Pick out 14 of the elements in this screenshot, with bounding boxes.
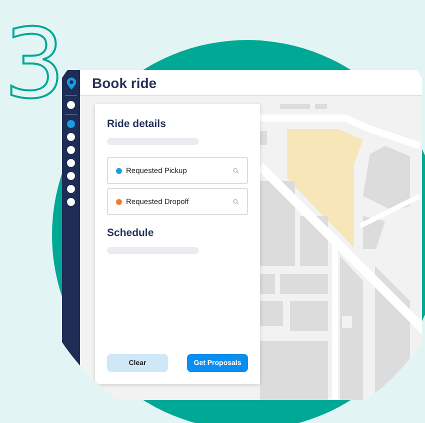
sidebar-item[interactable] [67, 133, 75, 141]
window-title: Book ride [92, 74, 157, 90]
sidebar-item[interactable] [67, 101, 75, 109]
sidebar-item[interactable] [67, 185, 75, 193]
location-pin-icon [66, 77, 76, 90]
section-title: Ride details [107, 118, 167, 130]
step-number: 3 [4, 16, 66, 112]
sidebar-item[interactable] [67, 172, 75, 180]
sidebar-item[interactable] [67, 159, 75, 167]
sidebar-item[interactable] [67, 146, 75, 154]
search-icon [233, 198, 239, 204]
search-icon [233, 168, 239, 174]
section-title: Schedule [107, 227, 155, 239]
sidebar-item[interactable] [67, 198, 75, 206]
